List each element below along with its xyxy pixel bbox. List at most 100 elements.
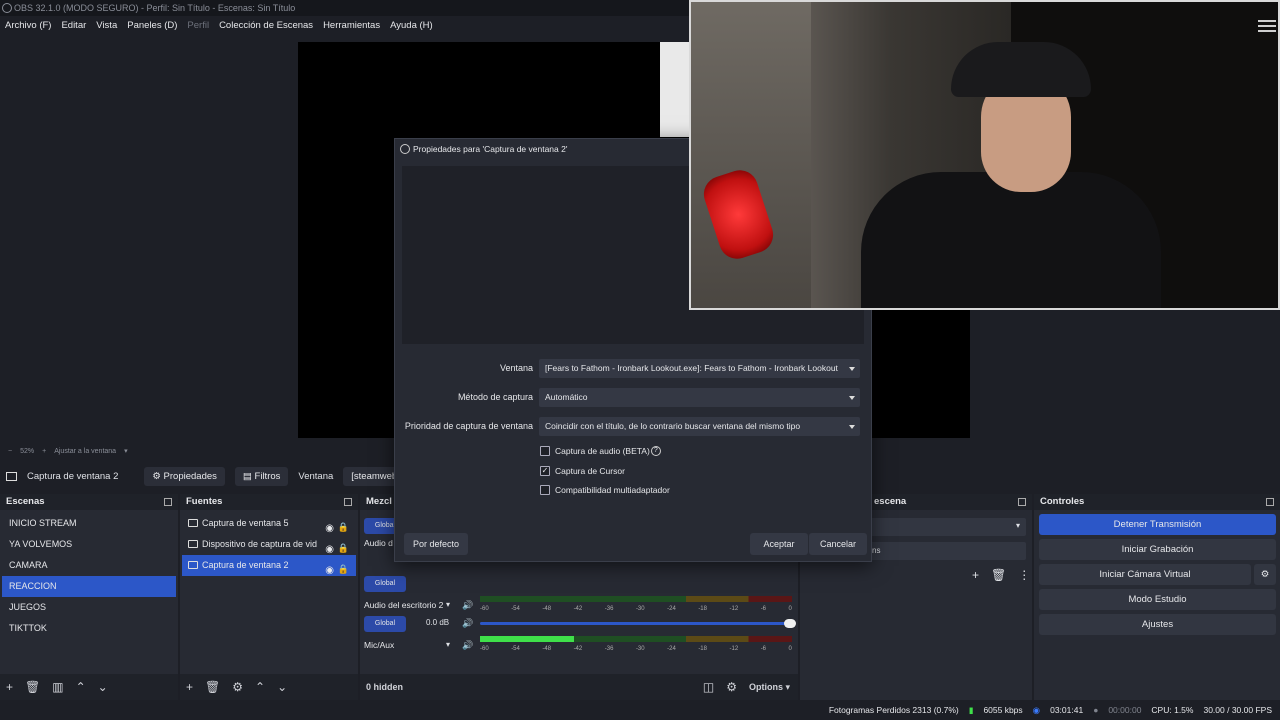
meter-tick-label: -6	[760, 606, 767, 612]
capture-method-select[interactable]: Automático	[539, 388, 860, 407]
scene-item[interactable]: INICIO STREAM	[2, 513, 176, 534]
dropdown-arrow-icon	[849, 367, 855, 371]
settings-button[interactable]: Ajustes	[1039, 614, 1276, 635]
scene-item-selected[interactable]: REACCION	[2, 576, 176, 597]
menu-perfil[interactable]: Perfil	[187, 20, 209, 31]
global-badge[interactable]: Global	[364, 616, 406, 632]
meter-tick-label: -60	[480, 646, 489, 652]
more-icon[interactable]: ⋮	[1018, 568, 1030, 582]
track-dropdown-icon[interactable]: ▾	[446, 640, 450, 649]
zoom-in-button[interactable]: +	[42, 448, 46, 455]
scene-item[interactable]: TIKTTOK	[2, 618, 176, 639]
track-dropdown-icon[interactable]: ▾	[446, 600, 450, 609]
capture-method-value: Automático	[545, 392, 588, 402]
duration-field[interactable]: ns	[870, 542, 1026, 560]
add-icon[interactable]: +	[6, 680, 13, 694]
trash-icon[interactable]: 🗑	[991, 568, 1006, 582]
multiadapter-checkbox[interactable]	[540, 485, 550, 495]
slider-knob[interactable]	[784, 619, 796, 628]
studio-mode-button[interactable]: Modo Estudio	[1039, 589, 1276, 610]
options-button[interactable]: Options ▾	[749, 682, 790, 693]
mixer-title: Mezcl	[366, 496, 392, 507]
meter-tick-label: -48	[542, 646, 552, 652]
start-recording-button[interactable]: Iniciar Grabación	[1039, 539, 1276, 560]
obs-logo-icon	[2, 3, 12, 13]
ok-button[interactable]: Aceptar	[750, 533, 808, 555]
properties-label: Propiedades	[163, 470, 217, 482]
defaults-button[interactable]: Por defecto	[404, 533, 468, 555]
hidden-count: 0 hidden	[366, 682, 404, 692]
scene-item[interactable]: JUEGOS	[2, 597, 176, 618]
transition-select[interactable]: ▾	[870, 518, 1026, 536]
properties-button[interactable]: ⚙ Propiedades	[144, 466, 225, 486]
scenes-title: Escenas	[6, 496, 45, 507]
menu-vista[interactable]: Vista	[96, 20, 117, 31]
filters-button[interactable]: ▤ Filtros	[234, 466, 289, 486]
window-priority-label: Prioridad de captura de ventana	[404, 421, 533, 431]
meter-tick-label: -18	[698, 606, 707, 612]
menu-archivo[interactable]: Archivo (F)	[5, 20, 51, 31]
eye-icon[interactable]: ◉	[325, 560, 334, 581]
arrow-up-icon[interactable]: ⌃	[76, 680, 86, 694]
capture-cursor-checkbox[interactable]: ✓	[540, 466, 550, 476]
undock-icon[interactable]	[164, 498, 172, 506]
scene-item[interactable]: YA VOLVEMOS	[2, 534, 176, 555]
virtual-camera-settings-icon[interactable]: ⚙	[1254, 564, 1276, 585]
volume-slider[interactable]	[480, 619, 796, 628]
speaker-icon[interactable]: 🔊	[462, 600, 473, 611]
add-icon[interactable]: +	[186, 680, 193, 694]
dropdown-arrow-icon	[849, 396, 855, 400]
lock-icon[interactable]: 🔒	[338, 559, 349, 580]
webcam-overlay	[689, 0, 1280, 310]
menu-ayuda[interactable]: Ayuda (H)	[390, 20, 433, 31]
trash-icon[interactable]: 🗑	[25, 680, 40, 694]
stop-streaming-button[interactable]: Detener Transmisión	[1039, 514, 1276, 535]
layout-icon[interactable]: ◫	[703, 680, 714, 694]
zoom-out-button[interactable]: −	[8, 448, 12, 455]
add-icon[interactable]: +	[972, 568, 979, 582]
zoom-dropdown-icon[interactable]: ▾	[124, 447, 128, 455]
source-item-selected[interactable]: Captura de ventana 2 ◉ 🔒	[182, 555, 356, 576]
window-icon	[188, 561, 198, 569]
start-virtual-camera-button[interactable]: Iniciar Cámara Virtual	[1039, 564, 1251, 585]
source-item[interactable]: Dispositivo de captura de vid ◉ 🔒	[182, 534, 356, 555]
zoom-fit-button[interactable]: Ajustar a la ventana	[54, 448, 116, 455]
window-priority-value: Coincidir con el título, de lo contrario…	[545, 421, 801, 431]
source-icon	[6, 471, 17, 481]
undock-icon[interactable]	[1018, 498, 1026, 506]
capture-audio-checkbox[interactable]	[540, 446, 550, 456]
undock-icon[interactable]	[344, 498, 352, 506]
scene-item[interactable]: CAMARA	[2, 555, 176, 576]
speaker-icon[interactable]: 🔊	[462, 618, 473, 629]
record-icon: ●	[1093, 705, 1099, 715]
window-select[interactable]: [Fears to Fathom - Ironbark Lookout.exe]…	[539, 359, 860, 378]
arrow-down-icon[interactable]: ⌄	[277, 680, 287, 694]
global-badge[interactable]: Global	[364, 576, 406, 592]
gear-icon[interactable]: ⚙	[232, 680, 243, 694]
source-label: Captura de ventana 5	[202, 518, 289, 528]
source-label: Dispositivo de captura de vid	[202, 539, 318, 549]
menu-paneles[interactable]: Paneles (D)	[127, 20, 177, 31]
menu-herramientas[interactable]: Herramientas	[323, 20, 380, 31]
arrow-up-icon[interactable]: ⌃	[255, 680, 265, 694]
filter-icon[interactable]: ▥	[52, 680, 63, 694]
meter-tick-label: -42	[573, 646, 583, 652]
cancel-button[interactable]: Cancelar	[809, 533, 867, 555]
help-icon[interactable]: ?	[650, 446, 661, 456]
speaker-icon[interactable]: 🔊	[462, 640, 473, 651]
window-priority-select[interactable]: Coincidir con el título, de lo contrario…	[539, 417, 860, 436]
meter-tick-label: 0	[788, 646, 792, 652]
undock-icon[interactable]	[1266, 498, 1274, 506]
arrow-down-icon[interactable]: ⌄	[98, 680, 108, 694]
menu-editar[interactable]: Editar	[61, 20, 86, 31]
menu-coleccion[interactable]: Colección de Escenas	[219, 20, 313, 31]
window-title: OBS 32.1.0 (MODO SEGURO) - Perfil: Sin T…	[14, 3, 296, 13]
meter-tick-label: -30	[635, 606, 645, 612]
advanced-audio-icon[interactable]: ⚙	[726, 680, 737, 694]
source-item[interactable]: Captura de ventana 5 ◉ 🔒	[182, 513, 356, 534]
capture-audio-row: Captura de audio (BETA) ?	[540, 446, 661, 456]
scenes-header: Escenas	[0, 494, 178, 510]
stream-icon: ◉	[1032, 704, 1041, 715]
capture-method-label: Método de captura	[457, 392, 533, 402]
trash-icon[interactable]: 🗑	[205, 680, 220, 694]
